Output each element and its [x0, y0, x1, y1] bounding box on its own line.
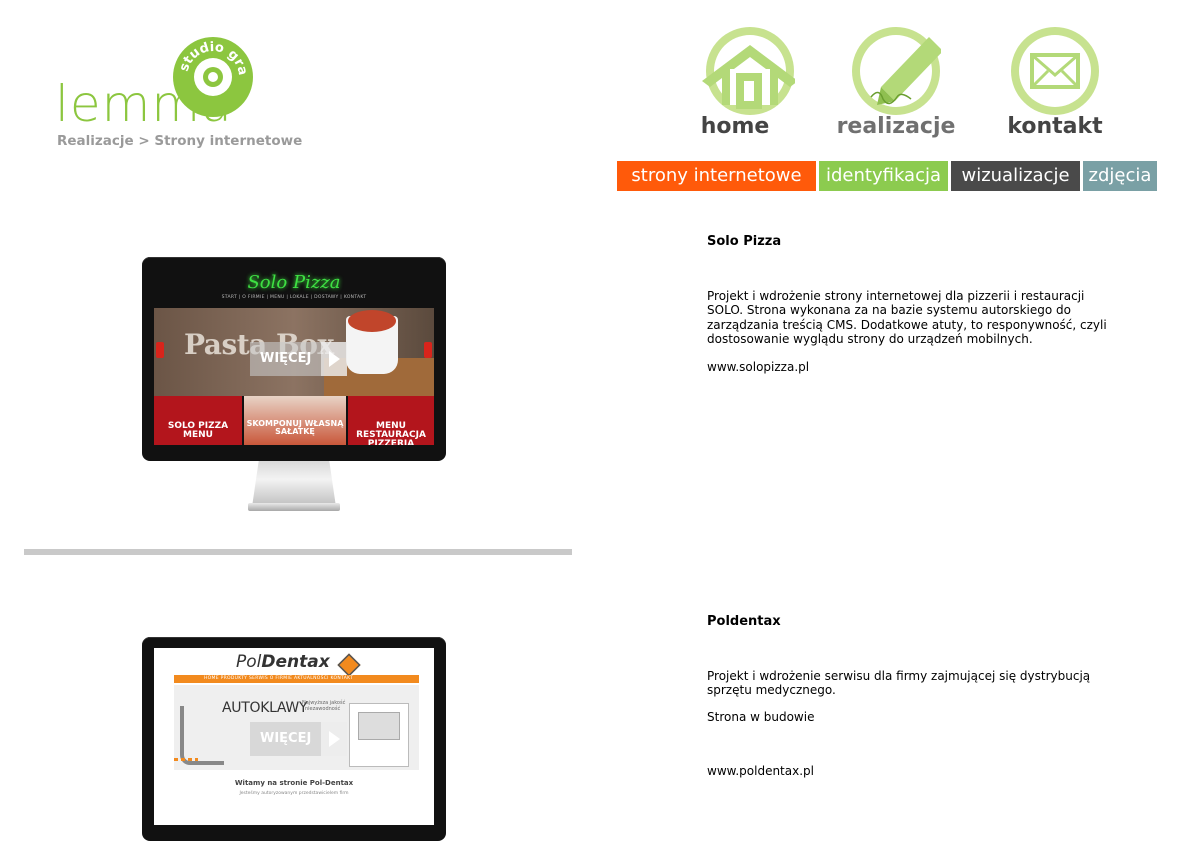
sp-logo: Solo Pizza: [247, 272, 341, 293]
slider-left-icon: [156, 342, 164, 358]
pencil-icon: [852, 27, 941, 115]
monitor-base: [248, 503, 340, 511]
monitor-frame: PolDentax HOME PRODUKTY SERWIS O FIRMIE …: [142, 637, 446, 841]
sp-more-button: WIĘCEJ: [250, 342, 347, 376]
pd-more-button: WIĘCEJ: [250, 722, 347, 756]
poldentax-monitor[interactable]: PolDentax HOME PRODUKTY SERWIS O FIRMIE …: [142, 637, 446, 841]
project-title: Poldentax: [707, 614, 781, 629]
sp-menu: START | O FIRMIE | MENU | LOKALE | DOSTA…: [221, 295, 367, 300]
pd-banner-title: AUTOKLAWY: [222, 700, 308, 716]
monitor-stand: [252, 461, 336, 507]
sp-more-label: WIĘCEJ: [260, 351, 312, 366]
project-url[interactable]: www.poldentax.pl: [707, 764, 1107, 778]
pd-banner-sub: Najwyższa jakość i niezawodność: [302, 700, 346, 712]
pd-welcome-sub: Jesteśmy autoryzowanym przedstawicielem …: [239, 791, 349, 796]
nav-kontakt-label: kontakt: [1007, 114, 1103, 139]
project-description: Projekt i wdrożenie serwisu dla firmy za…: [707, 669, 1091, 698]
project-url[interactable]: www.solopizza.pl: [707, 360, 1107, 374]
category-zdjecia[interactable]: zdjęcia: [1083, 161, 1157, 191]
project-title: Solo Pizza: [707, 234, 782, 249]
pd-logo-a: Pol: [236, 652, 262, 672]
lemma-logo[interactable]: lemma studio graficzne: [55, 35, 300, 135]
pd-more-label: WIĘCEJ: [260, 731, 312, 746]
sp-banner: Pasta Box WIĘCEJ: [154, 308, 434, 396]
sp-header: Solo Pizza START | O FIRMIE | MENU | LOK…: [154, 268, 434, 308]
nav-realizacje[interactable]: realizacje: [826, 25, 966, 145]
breadcrumb: Realizacje > Strony internetowe: [57, 133, 303, 149]
sp-tile-restaurant: MENU RESTAURACJA PIZZERIA: [348, 396, 434, 445]
logo-circle-icon: studio graficzne: [171, 35, 253, 117]
solo-pizza-monitor[interactable]: Solo Pizza START | O FIRMIE | MENU | LOK…: [142, 257, 446, 517]
pd-menu: HOME PRODUKTY SERWIS O FIRMIE AKTUALNOŚC…: [174, 675, 419, 683]
slider-dots: [174, 758, 198, 761]
sp-tiles: SOLO PIZZA MENU SKOMPONUJ WŁASNĄ SAŁATKĘ…: [154, 396, 434, 445]
project-status: Strona w budowie: [707, 710, 815, 724]
sp-tile-menu: SOLO PIZZA MENU: [154, 396, 242, 445]
autoclave-icon: [349, 703, 409, 767]
play-arrow-icon: [321, 342, 347, 376]
nav-realizacje-label: realizacje: [836, 114, 956, 139]
house-icon: [702, 27, 795, 115]
solo-pizza-screenshot: Solo Pizza START | O FIRMIE | MENU | LOK…: [154, 268, 434, 445]
monitor-frame: Solo Pizza START | O FIRMIE | MENU | LOK…: [142, 257, 446, 461]
project-description: Projekt i wdrożenie strony internetowej …: [707, 289, 1107, 346]
nav-home[interactable]: home: [665, 25, 805, 145]
pd-logo-mark-icon: [337, 653, 361, 677]
poldentax-screenshot: PolDentax HOME PRODUKTY SERWIS O FIRMIE …: [154, 648, 434, 825]
sp-tile-salad: SKOMPONUJ WŁASNĄ SAŁATKĘ: [244, 396, 346, 445]
category-identyfikacja[interactable]: identyfikacja: [819, 161, 948, 191]
slider-right-icon: [424, 342, 432, 358]
divider: [24, 549, 572, 555]
pd-logo-b: Dentax: [261, 652, 330, 672]
nav-kontakt[interactable]: kontakt: [985, 25, 1125, 145]
play-arrow-icon: [321, 722, 347, 756]
dental-chair-icon: [180, 706, 224, 765]
envelope-icon: [1011, 27, 1099, 115]
sp-food: [348, 310, 396, 332]
category-wizualizacje[interactable]: wizualizacje: [951, 161, 1080, 191]
pd-logo: PolDentax: [236, 652, 330, 672]
nav-home-label: home: [700, 114, 770, 139]
category-strony-internetowe[interactable]: strony internetowe: [617, 161, 816, 191]
pd-welcome: Witamy na stronie Pol-Dentax: [234, 779, 354, 787]
